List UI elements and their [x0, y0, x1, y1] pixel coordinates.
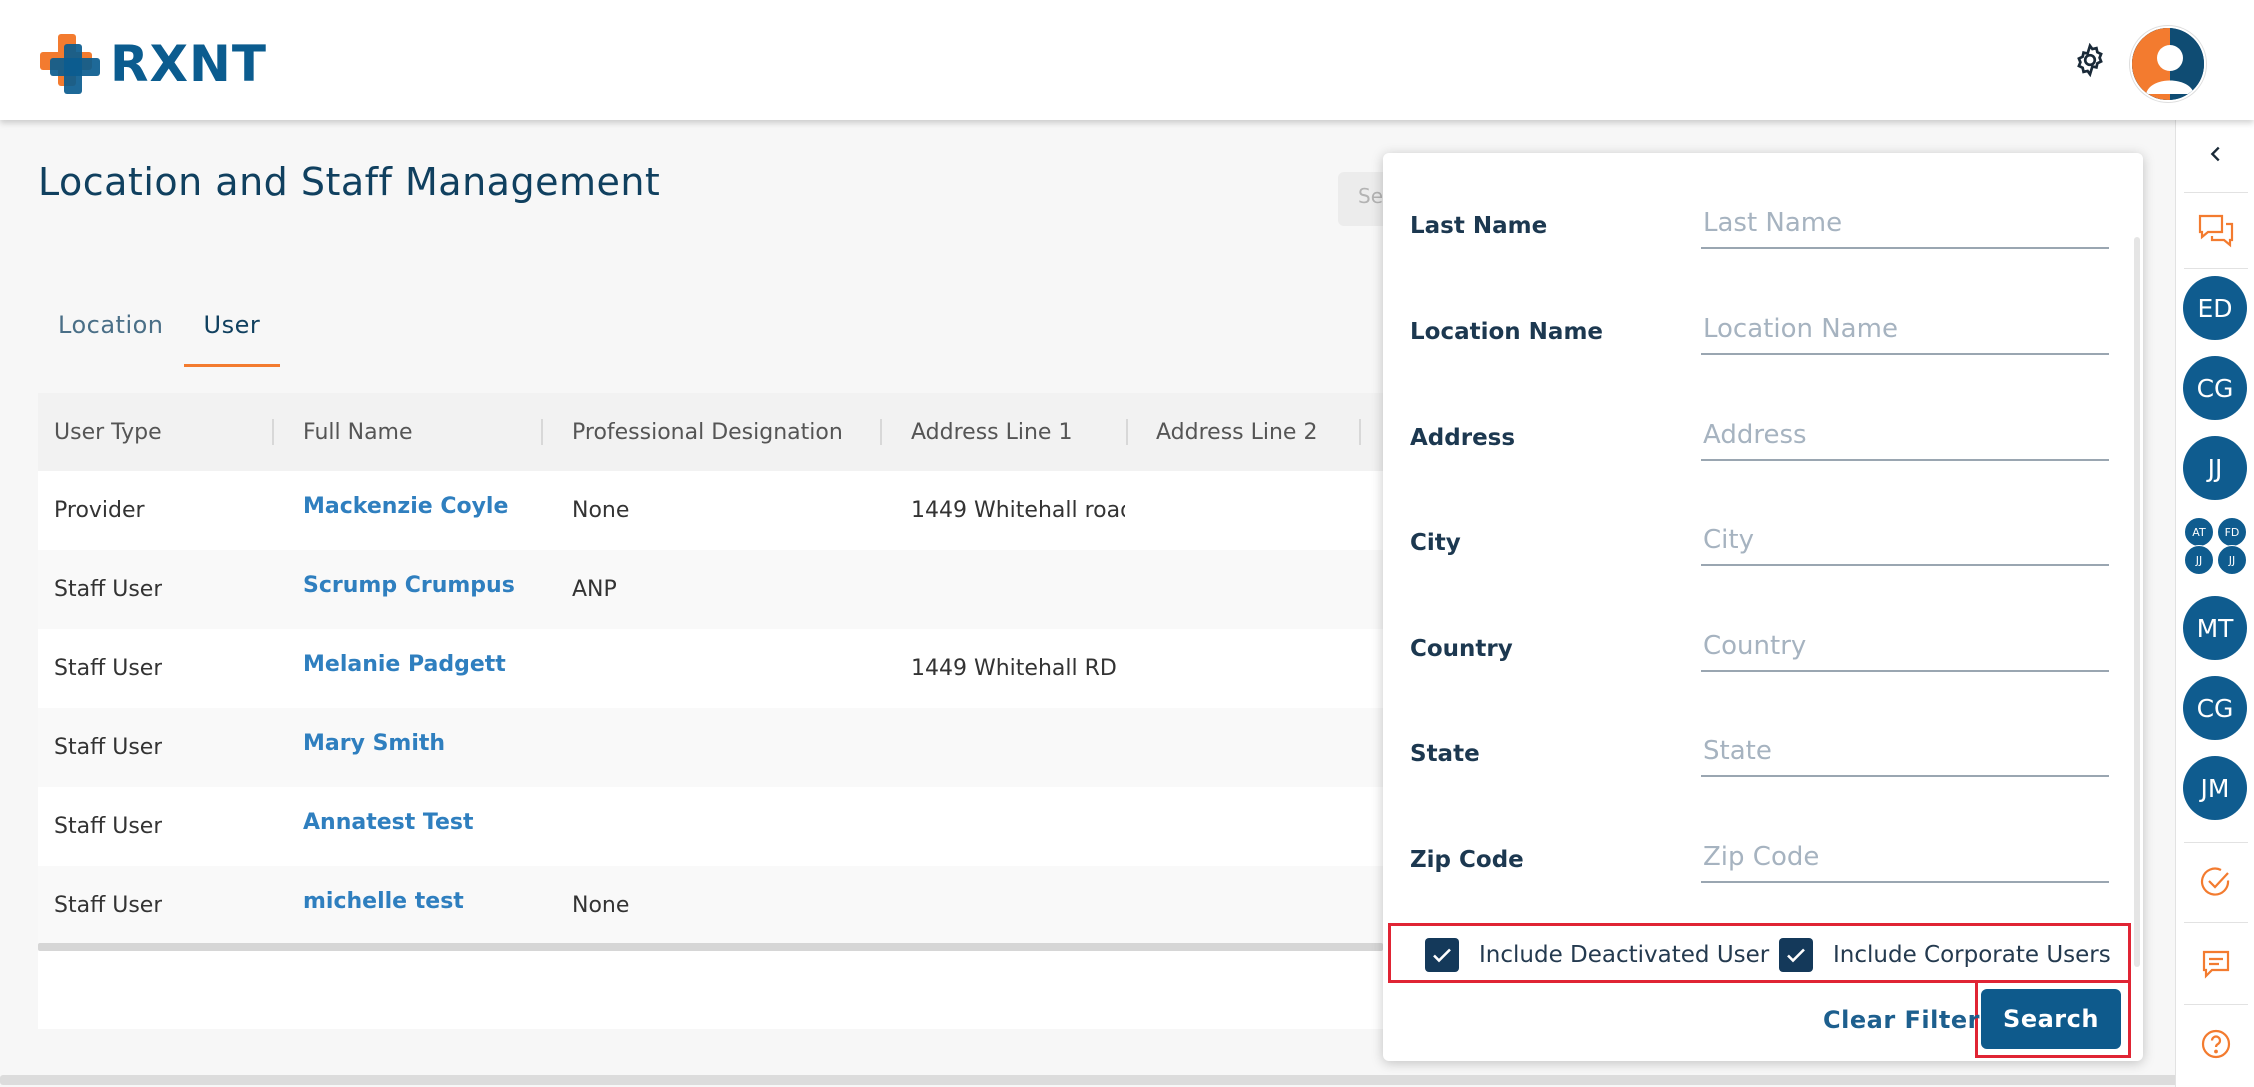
cell-address-1: [911, 708, 1125, 787]
checkbox-label: Include Deactivated User: [1479, 942, 1770, 968]
location-name-input[interactable]: [1701, 305, 2109, 355]
table-row[interactable]: Staff User Mary Smith: [38, 708, 1383, 787]
panel-scrollbar[interactable]: [2134, 237, 2140, 967]
user-name-link[interactable]: Mackenzie Coyle: [303, 467, 508, 546]
table-row[interactable]: Staff User Scrump Crumpus ANP: [38, 550, 1383, 629]
chevron-left-icon[interactable]: [2176, 134, 2254, 174]
group-member-avatar[interactable]: JJ: [2217, 545, 2247, 575]
field-label: Location Name: [1410, 319, 1604, 345]
right-rail: ED CG JJ AT FD JJ JJ MT CG JM: [2175, 120, 2254, 1087]
rxnt-logo[interactable]: RXNT: [40, 34, 267, 94]
clear-filter-button[interactable]: Clear Filter: [1823, 1000, 1980, 1040]
field-label: Last Name: [1410, 213, 1548, 239]
user-name-link[interactable]: Mary Smith: [303, 704, 445, 783]
last-name-input[interactable]: [1701, 199, 2109, 249]
contact-avatar[interactable]: ED: [2183, 276, 2247, 340]
cell-designation: None: [572, 498, 630, 523]
column-resizer[interactable]: [1126, 419, 1128, 445]
user-name-link[interactable]: michelle test: [303, 862, 464, 941]
user-name-link[interactable]: Annatest Test: [303, 783, 474, 862]
column-header-address-1[interactable]: Address Line 1: [911, 393, 1072, 471]
contact-avatar[interactable]: MT: [2183, 596, 2247, 660]
cell-user-type: Staff User: [54, 814, 163, 839]
zip-code-input[interactable]: [1701, 833, 2109, 883]
cell-address-1: [911, 866, 1125, 945]
cell-user-type: Staff User: [54, 577, 163, 602]
field-label: State: [1410, 741, 1480, 767]
checkbox-checked-icon[interactable]: [1779, 938, 1813, 972]
city-input[interactable]: [1701, 516, 2109, 566]
field-label: Address: [1410, 425, 1516, 451]
user-avatar-icon[interactable]: [2130, 26, 2206, 102]
page-title: Location and Staff Management: [38, 160, 661, 204]
country-input[interactable]: [1701, 622, 2109, 672]
tab-bar: Location User: [38, 295, 281, 367]
column-header-user-type[interactable]: User Type: [54, 393, 162, 471]
contact-avatar[interactable]: CG: [2183, 356, 2247, 420]
column-resizer[interactable]: [541, 419, 543, 445]
checkbox-checked-icon[interactable]: [1425, 938, 1459, 972]
include-corporate-checkbox[interactable]: Include Corporate Users: [1779, 937, 2111, 973]
chat-bubbles-icon[interactable]: [2176, 206, 2254, 256]
message-icon[interactable]: [2176, 942, 2254, 986]
column-resizer[interactable]: [1359, 419, 1361, 445]
filter-panel: Last Name Location Name Address City Cou…: [1383, 153, 2143, 1061]
help-icon[interactable]: [2176, 1022, 2254, 1066]
cell-user-type: Staff User: [54, 893, 163, 918]
cell-user-type: Staff User: [54, 735, 163, 760]
table-row[interactable]: Staff User Annatest Test: [38, 787, 1383, 866]
column-resizer[interactable]: [272, 419, 274, 445]
filter-city: City: [1410, 510, 2110, 580]
address-input[interactable]: [1701, 411, 2109, 461]
table-row[interactable]: Staff User michelle test None: [38, 866, 1383, 945]
logo-text: RXNT: [110, 35, 268, 93]
include-deactivated-checkbox[interactable]: Include Deactivated User: [1425, 937, 1769, 973]
column-header-full-name[interactable]: Full Name: [303, 393, 413, 471]
cell-address-1: [911, 787, 1125, 866]
cell-address-1: 1449 Whitehall RD: [911, 656, 1117, 681]
cell-user-type: Provider: [54, 498, 145, 523]
filter-address: Address: [1410, 405, 2110, 475]
column-header-designation[interactable]: Professional Designation: [572, 393, 843, 471]
table-horizontal-scrollbar[interactable]: [38, 943, 1383, 951]
field-label: Zip Code: [1410, 847, 1524, 873]
gear-icon[interactable]: [2072, 42, 2108, 78]
group-member-avatar[interactable]: AT: [2184, 517, 2214, 547]
search-button[interactable]: Search: [1981, 989, 2121, 1049]
field-label: City: [1410, 530, 1461, 556]
cell-address-1: 1449 Whitehall road: [911, 498, 1125, 523]
app-header: RXNT: [0, 0, 2254, 120]
filter-last-name: Last Name: [1410, 193, 2110, 263]
filter-country: Country: [1410, 616, 2110, 686]
checkbox-label: Include Corporate Users: [1833, 942, 2111, 968]
search-input[interactable]: Se: [1338, 172, 1388, 226]
filter-state: State: [1410, 721, 2110, 791]
filter-zip-code: Zip Code: [1410, 827, 2110, 897]
contact-avatar[interactable]: CG: [2183, 676, 2247, 740]
cell-designation: None: [572, 893, 630, 918]
field-label: Country: [1410, 636, 1513, 662]
cell-user-type: Staff User: [54, 656, 163, 681]
filter-location-name: Location Name: [1410, 299, 2110, 369]
contact-avatar[interactable]: JJ: [2183, 436, 2247, 500]
tab-user[interactable]: User: [183, 295, 281, 367]
table-header: User Type Full Name Professional Designa…: [38, 393, 1383, 471]
cell-designation: ANP: [572, 577, 617, 602]
check-circle-icon[interactable]: [2176, 860, 2254, 904]
user-name-link[interactable]: Scrump Crumpus: [303, 546, 515, 625]
logo-cross-icon: [40, 34, 102, 94]
column-header-address-2[interactable]: Address Line 2: [1156, 393, 1317, 471]
state-input[interactable]: [1701, 727, 2109, 777]
group-member-avatar[interactable]: JJ: [2184, 545, 2214, 575]
cell-address-1: [911, 550, 1125, 629]
table-row[interactable]: Provider Mackenzie Coyle None 1449 White…: [38, 471, 1383, 550]
tab-location[interactable]: Location: [38, 295, 184, 367]
users-table: User Type Full Name Professional Designa…: [38, 393, 1383, 1029]
group-member-avatar[interactable]: FD: [2217, 517, 2247, 547]
page-horizontal-scrollbar[interactable]: [0, 1075, 2190, 1085]
contact-avatar[interactable]: JM: [2183, 756, 2247, 820]
table-row[interactable]: Staff User Melanie Padgett 1449 Whitehal…: [38, 629, 1383, 708]
column-resizer[interactable]: [880, 419, 882, 445]
user-name-link[interactable]: Melanie Padgett: [303, 625, 506, 704]
